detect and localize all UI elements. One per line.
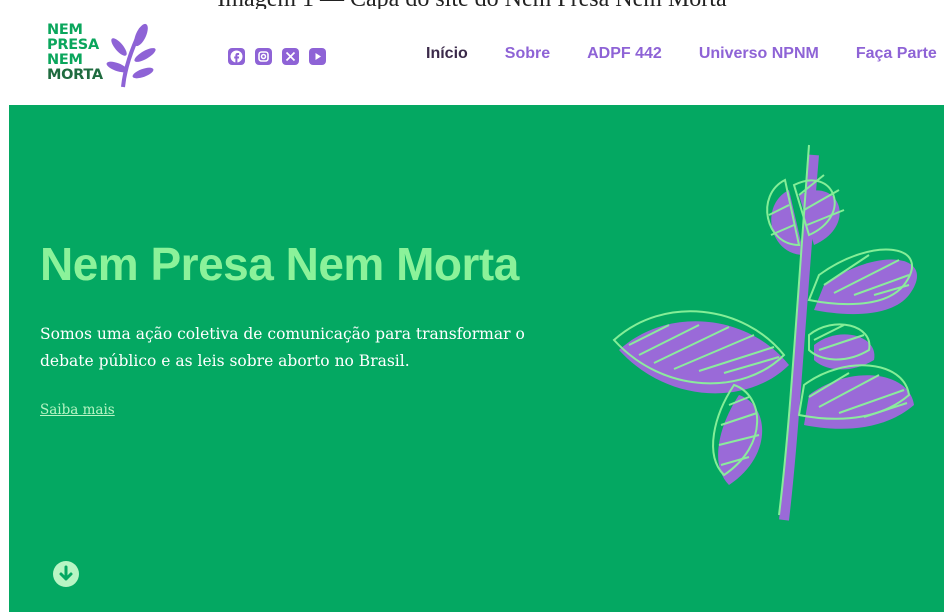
logo-text: NEM PRESA NEM MORTA (47, 23, 103, 83)
main-nav: Início Sobre ADPF 442 Universo NPNM Faça… (426, 45, 937, 63)
nav-link-universo-npnm[interactable]: Universo NPNM (699, 45, 819, 63)
x-icon[interactable] (282, 48, 299, 65)
hero-description: Somos uma ação coletiva de comunicação p… (40, 325, 525, 370)
logo-line-2: PRESA (47, 37, 99, 53)
saiba-mais-link[interactable]: Saiba mais (40, 402, 115, 418)
instagram-icon[interactable] (255, 48, 272, 65)
logo-line-4: MORTA (47, 67, 103, 83)
plant-illustration (612, 144, 918, 521)
logo[interactable]: NEM PRESA NEM MORTA (47, 23, 157, 91)
nav-link-faca-parte[interactable]: Faça Parte (856, 45, 937, 63)
logo-line-1: NEM (47, 22, 83, 38)
scroll-down-button[interactable] (53, 561, 79, 587)
site-header: NEM PRESA NEM MORTA Início Sobre ADPF 44… (9, 9, 944, 105)
nav-link-sobre[interactable]: Sobre (505, 45, 550, 63)
hero-section: Nem Presa Nem Morta Somos uma ação colet… (9, 105, 944, 612)
logo-leaf-icon (106, 23, 156, 88)
logo-line-3: NEM (47, 52, 83, 68)
nav-link-inicio[interactable]: Início (426, 45, 468, 63)
social-links (228, 48, 326, 65)
arrow-down-icon (59, 565, 73, 581)
nav-link-adpf-442[interactable]: ADPF 442 (587, 45, 662, 63)
facebook-icon[interactable] (228, 48, 245, 65)
youtube-icon[interactable] (309, 48, 326, 65)
hero-title: Nem Presa Nem Morta (40, 238, 519, 290)
